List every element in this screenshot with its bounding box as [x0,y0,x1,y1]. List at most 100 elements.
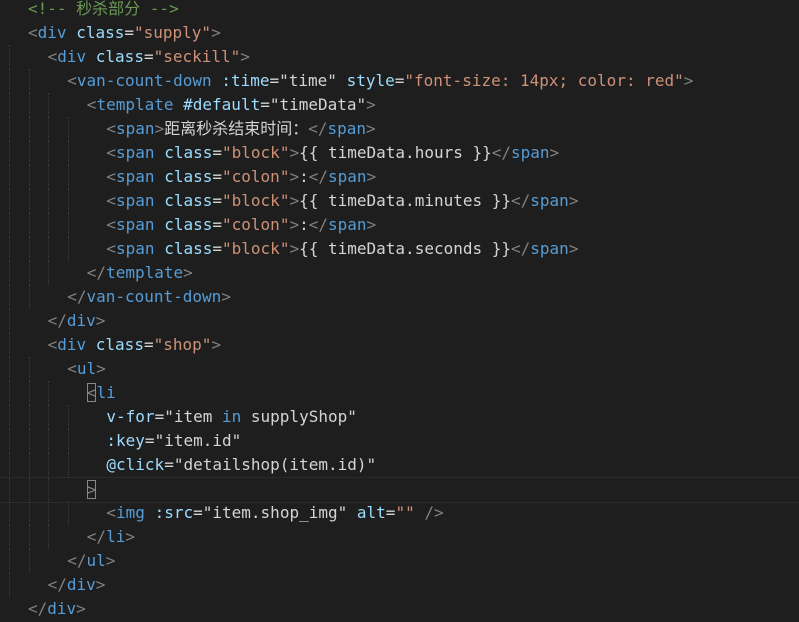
indent-guide [28,285,30,309]
code-token: </ [47,575,67,594]
indent-guide [28,69,30,93]
indent-guide [9,93,10,117]
code-token: class [164,239,213,258]
code-token: "font-size: 14px; color: red" [404,71,684,90]
indent-guide [28,525,30,549]
code-token: span [116,215,155,234]
indent-guide [48,237,50,261]
code-token: "timeData" [269,95,367,114]
code-token: supplyShop" [241,407,357,426]
indent-guide [28,141,30,165]
code-token: "item [164,407,222,426]
code-text: <span class="colon">:</span> [106,165,376,189]
code-token: > [366,95,376,114]
code-line[interactable]: <span class="colon">:</span> [0,213,799,237]
code-line[interactable]: </div> [0,309,799,333]
code-token: > [289,191,300,210]
code-line[interactable]: </van-count-down> [0,285,799,309]
code-text: <span class="block">{{ timeData.minutes … [106,189,578,213]
code-token: "item.id" [154,431,242,450]
code-line[interactable]: @click="detailshop(item.id)" [0,453,799,477]
indent-guide [28,429,30,453]
code-token: </ [308,215,328,234]
code-text: :key="item.id" [106,429,241,453]
code-text: <span>距离秒杀结束时间：</span> [106,117,375,141]
code-token: = [212,215,223,234]
code-line[interactable]: <ul> [0,357,799,381]
code-line[interactable]: </ul> [0,549,799,573]
code-token: = [260,95,270,114]
code-token: div [57,47,87,66]
code-line[interactable]: </div> [0,573,799,597]
indent-guide [67,189,69,213]
code-line[interactable]: <img :src="item.shop_img" alt="" /> [0,501,799,525]
code-token: < [106,167,117,186]
code-line[interactable]: <li [0,381,799,405]
code-line[interactable]: v-for="item in supplyShop" [0,405,799,429]
code-token: < [106,215,117,234]
code-text: </div> [48,573,106,597]
code-token: < [106,239,117,258]
code-token: span [530,191,569,210]
indent-guide [9,381,10,405]
code-line[interactable]: > [0,477,799,503]
code-token: </ [28,599,48,618]
code-line[interactable]: <div class="shop"> [0,333,799,357]
code-token: </ [308,167,328,186]
indent-guide [9,285,10,309]
code-token: > [211,23,221,42]
indent-guide [28,453,30,477]
code-token: > [95,575,106,594]
code-text: <img :src="item.shop_img" alt="" /> [106,501,443,525]
code-line[interactable]: <div class="supply"> [0,21,799,45]
code-token: span [328,215,367,234]
code-line[interactable]: <span>距离秒杀结束时间：</span> [0,117,799,141]
code-token: "supply" [134,23,212,42]
code-text: <div class="shop"> [48,333,221,357]
code-token: </ [47,311,67,330]
code-token: = [164,455,174,474]
indent-guide [67,237,69,261]
code-line[interactable]: <span class="block">{{ timeData.hours }}… [0,141,799,165]
code-editor[interactable]: <!-- 秒杀部分 --> <div class="supply"> <div cl… [0,0,799,622]
indent-guide [48,189,50,213]
code-token: = [394,71,405,90]
code-line[interactable]: :key="item.id" [0,429,799,453]
code-token: alt [356,503,386,522]
indent-guide [9,141,10,165]
code-token: span [530,239,569,258]
code-line[interactable]: <span class="block">{{ timeData.seconds … [0,237,799,261]
code-line[interactable]: <span class="block">{{ timeData.minutes … [0,189,799,213]
code-token: > [549,143,560,162]
code-line[interactable]: <template #default="timeData"> [0,93,799,117]
code-line[interactable]: <van-count-down :time="time" style="font… [0,69,799,93]
code-token: {{ timeData.hours }} [299,143,492,162]
code-token: < [67,359,77,378]
code-line[interactable]: </template> [0,261,799,285]
code-token: > [154,119,165,138]
code-token: "colon" [222,215,290,234]
indent-guide [9,165,10,189]
indent-guide [28,165,30,189]
code-token: class [164,143,213,162]
indent-guide [28,237,30,261]
code-token: span [116,143,155,162]
code-line[interactable]: <!-- 秒杀部分 --> [0,0,799,21]
indent-guide [67,213,69,237]
code-line[interactable]: </li> [0,525,799,549]
indent-guide [28,213,30,237]
indent-guide [9,69,10,93]
code-token: > [95,311,106,330]
code-line[interactable]: <span class="colon">:</span> [0,165,799,189]
code-token: = [269,71,280,90]
code-line[interactable]: <div class="seckill"> [0,45,799,69]
indent-guide [28,189,30,213]
code-token: = [143,47,154,66]
code-line[interactable]: </div> [0,597,799,621]
